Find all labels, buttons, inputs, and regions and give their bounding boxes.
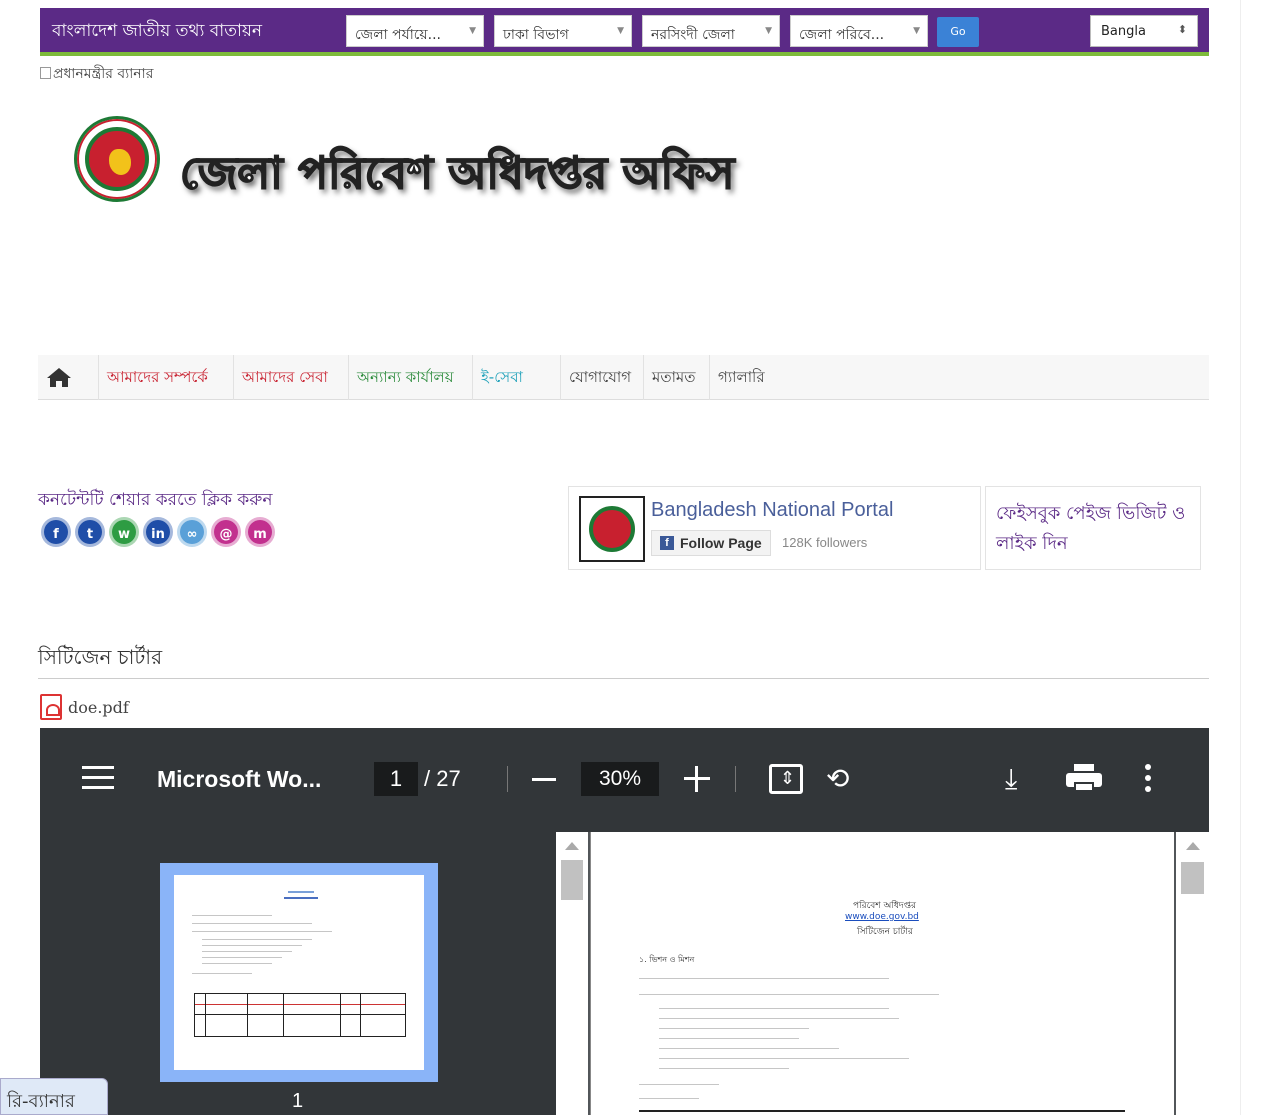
page-section-heading: ১. ভিশন ও মিশন (639, 955, 695, 964)
pdf-file-icon (40, 694, 62, 720)
chevron-down-icon: ▼ (469, 26, 476, 36)
pm-banner-broken-image: প্রধানমন্ত্রীর ব্যানার (40, 62, 153, 86)
level-select[interactable]: জেলা পর্যায়ে... ▼ (346, 15, 484, 47)
side-banner-tab[interactable]: রি-ব্যানার (0, 1078, 108, 1115)
follow-page-label: Follow Page (680, 535, 762, 551)
page-scrollbar[interactable] (1176, 832, 1209, 1115)
page-total: / 27 (424, 766, 461, 791)
facebook-page-widget: Bangladesh National Portal f Follow Page … (568, 486, 981, 570)
zoom-out-icon[interactable] (532, 778, 556, 781)
chevron-down-icon: ▼ (765, 26, 772, 36)
linkedin-icon[interactable]: in (143, 517, 173, 547)
chevron-down-icon: ▼ (617, 26, 624, 36)
page-scroll-thumb[interactable] (1181, 862, 1204, 894)
national-portal-title[interactable]: বাংলাদেশ জাতীয় তথ্য বাতায়ন (52, 18, 262, 46)
logo-ring (589, 506, 635, 552)
nav-item-services[interactable]: আমাদের সেবা (233, 355, 336, 400)
scroll-up-icon[interactable] (565, 842, 579, 850)
toolbar-separator (735, 766, 736, 792)
page-link[interactable]: www.doe.gov.bd (845, 912, 919, 922)
follow-page-button[interactable]: f Follow Page (651, 530, 771, 556)
office-select[interactable]: জেলা পরিবে... ▼ (790, 15, 928, 47)
language-select-value: Bangla (1101, 24, 1146, 39)
nav-item-gallery[interactable]: গ্যালারি (709, 355, 773, 400)
nav-item-other-offices[interactable]: অন্যান্য কার্যালয় (348, 355, 462, 400)
toolbar-separator (507, 766, 508, 792)
messenger-icon[interactable]: m (245, 517, 275, 547)
office-select-value: জেলা পরিবে... (799, 27, 885, 43)
chevron-down-icon: ▼ (913, 26, 920, 36)
national-portal-topbar: বাংলাদেশ জাতীয় তথ্য বাতায়ন জেলা পর্যায… (40, 8, 1209, 56)
share-icons-row: f t w in ∞ @ m (41, 517, 275, 547)
citizen-charter-title: সিটিজেন চার্টার (38, 645, 163, 669)
pdf-toolbar: Microsoft Wo... 1 / 27 30% ⟲ ⤓ (40, 728, 1209, 832)
more-options-icon[interactable] (1145, 764, 1151, 794)
thumbnail-page-number: 1 (292, 1090, 304, 1112)
level-select-value: জেলা পর্যায়ে... (355, 27, 441, 43)
download-icon[interactable]: ⤓ (1005, 762, 1017, 796)
district-select-value: নরসিংদী জেলা (651, 27, 735, 43)
pdf-viewer: Microsoft Wo... 1 / 27 30% ⟲ ⤓ (40, 728, 1209, 1115)
pdf-document-title: Microsoft Wo... (157, 766, 322, 792)
pm-banner-alt-text: প্রধানমন্ত্রীর ব্যানার (53, 66, 154, 82)
pdf-page-view[interactable]: পরিবেশ অধিদপ্তর www.doe.gov.bd সিটিজেন চ… (590, 832, 1174, 1115)
print-icon[interactable] (1066, 764, 1102, 794)
page-heading: পরিবেশ অধিদপ্তর (853, 901, 916, 911)
seal-map-shape (109, 149, 131, 175)
portal-logo[interactable] (579, 496, 645, 562)
divider (38, 678, 1209, 679)
fit-page-icon[interactable] (769, 764, 803, 794)
page-thumbnail-1[interactable] (174, 875, 424, 1070)
pdf-file-name: doe.pdf (68, 698, 129, 717)
nav-item-about[interactable]: আমাদের সম্পর্কে (98, 355, 216, 400)
home-icon[interactable] (46, 366, 72, 388)
zoom-in-icon[interactable] (684, 766, 710, 792)
nav-item-e-service[interactable]: ই-সেবা (472, 355, 531, 400)
whatsapp-icon[interactable]: w (109, 517, 139, 547)
updown-arrow-icon: ⬍ (1177, 23, 1187, 36)
sidebar-scroll-thumb[interactable] (561, 860, 583, 900)
government-seal-logo[interactable] (74, 116, 160, 202)
menu-icon[interactable] (82, 766, 114, 790)
nav-item-contact[interactable]: যোগাযোগ (560, 355, 639, 400)
email-icon[interactable]: @ (211, 517, 241, 547)
main-navigation: আমাদের সম্পর্কে আমাদের সেবা অন্যান্য কার… (38, 355, 1209, 400)
thumbnail-table (194, 993, 406, 1037)
go-button[interactable]: Go (937, 17, 979, 47)
facebook-icon[interactable]: f (41, 517, 71, 547)
facebook-cta-link[interactable]: ফেইসবুক পেইজ ভিজিট ও লাইক দিন (985, 486, 1201, 570)
link-icon[interactable]: ∞ (177, 517, 207, 547)
zoom-level-input[interactable]: 30% (581, 762, 659, 796)
broken-image-icon (40, 67, 51, 79)
district-select[interactable]: নরসিংদী জেলা ▼ (642, 15, 780, 47)
division-select[interactable]: ঢাকা বিভাগ ▼ (494, 15, 632, 47)
right-edge-strip (1240, 0, 1261, 1115)
twitter-icon[interactable]: t (75, 517, 105, 547)
followers-count: 128K followers (782, 535, 868, 550)
sidebar-scrollbar[interactable] (556, 832, 588, 1115)
scroll-up-icon[interactable] (1186, 842, 1200, 850)
language-select[interactable]: Bangla ⬍ (1090, 15, 1198, 47)
division-select-value: ঢাকা বিভাগ (503, 27, 569, 43)
nav-item-feedback[interactable]: মতামত (643, 355, 704, 400)
facebook-page-name[interactable]: Bangladesh National Portal (651, 499, 893, 522)
facebook-icon: f (660, 536, 674, 550)
pdf-file-link[interactable]: doe.pdf (40, 694, 129, 720)
share-label: কনটেন্টটি শেয়ার করতে ক্লিক করুন (38, 490, 273, 510)
page-subheading: সিটিজেন চার্টার (857, 927, 913, 937)
page-number-input[interactable]: 1 (374, 762, 418, 796)
rotate-icon[interactable]: ⟲ (826, 762, 849, 795)
office-title: জেলা পরিবেশ অধিদপ্তর অফিস (179, 147, 735, 200)
